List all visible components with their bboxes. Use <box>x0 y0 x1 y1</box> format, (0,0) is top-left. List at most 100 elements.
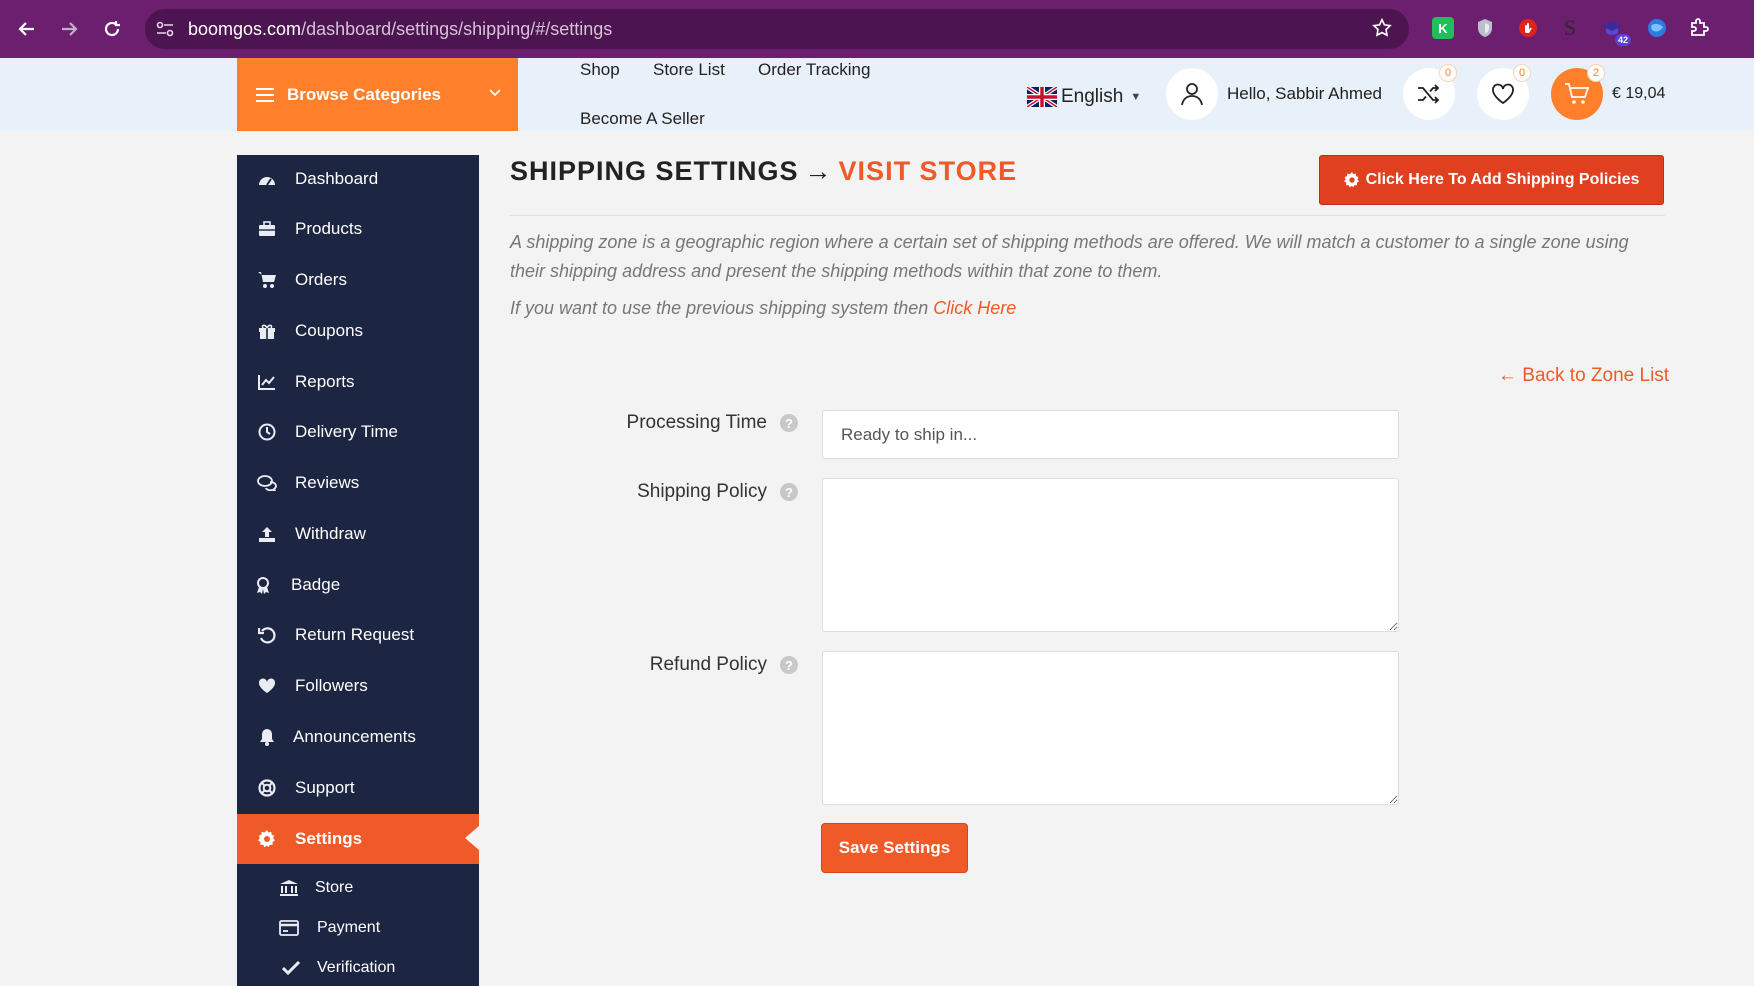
sidebar-item-label: Coupons <box>295 321 364 340</box>
address-bar[interactable]: boomgos.com/dashboard/settings/shipping/… <box>145 9 1409 49</box>
account-button[interactable] <box>1166 68 1218 120</box>
nav-link-store-list[interactable]: Store List <box>653 60 725 80</box>
credit-card-icon <box>279 919 299 937</box>
forward-arrow-icon[interactable] <box>54 14 84 44</box>
user-icon <box>1181 83 1203 106</box>
puzzle-extensions-icon[interactable] <box>1688 17 1710 39</box>
sidebar-item-return-request[interactable]: Return Request <box>237 611 479 659</box>
previous-system-text: If you want to use the previous shipping… <box>510 298 929 318</box>
upload-icon <box>257 524 277 544</box>
sidebar-subitem-verification[interactable]: Verification <box>237 950 479 986</box>
chart-icon <box>257 372 277 392</box>
sidebar-item-products[interactable]: Products <box>237 205 479 253</box>
browse-categories-label: Browse Categories <box>287 84 441 104</box>
sidebar-subitem-label: Store <box>315 879 354 896</box>
wishlist-count: 0 <box>1513 64 1531 82</box>
chevron-down-icon <box>489 89 501 97</box>
back-arrow-icon[interactable] <box>12 14 42 44</box>
compare-button[interactable]: 0 <box>1403 64 1457 120</box>
cap-extension-icon[interactable]: 42 <box>1601 17 1631 46</box>
back-to-zone-list-link[interactable]: ← Back to Zone List <box>1498 365 1669 387</box>
sidebar-item-withdraw[interactable]: Withdraw <box>237 510 479 558</box>
help-icon[interactable]: ? <box>780 483 798 501</box>
page-title-text: SHIPPING SETTINGS <box>510 156 799 186</box>
cart-button[interactable]: 2 <box>1551 64 1605 120</box>
heart-icon <box>257 676 277 696</box>
browser-toolbar: boomgos.com/dashboard/settings/shipping/… <box>0 0 1754 58</box>
add-shipping-policies-button[interactable]: Click Here To Add Shipping Policies <box>1319 155 1664 205</box>
nav-link-shop[interactable]: Shop <box>580 60 620 80</box>
nav-link-become-seller[interactable]: Become A Seller <box>580 109 705 129</box>
sidebar-item-label: Dashboard <box>295 169 379 188</box>
previous-system-link[interactable]: Click Here <box>933 298 1016 318</box>
browse-categories-button[interactable]: Browse Categories <box>237 58 518 131</box>
briefcase-icon <box>257 219 277 239</box>
hand-extension-icon[interactable] <box>1517 17 1539 39</box>
comments-icon <box>257 473 277 493</box>
cart-total[interactable]: € 19,04 <box>1612 85 1665 103</box>
uk-flag-icon <box>1027 87 1057 107</box>
previous-system-note: If you want to use the previous shipping… <box>510 298 1016 319</box>
refund-policy-label: Refund Policy <box>649 654 767 675</box>
add-shipping-policies-label: Click Here To Add Shipping Policies <box>1365 171 1640 188</box>
clock-icon <box>257 422 277 442</box>
sidebar-item-badge[interactable]: Badge <box>237 561 479 609</box>
save-settings-button[interactable]: Save Settings <box>821 823 968 873</box>
language-label: English <box>1061 86 1124 107</box>
check-icon <box>281 959 301 977</box>
compare-count: 0 <box>1439 64 1457 82</box>
sidebar-item-reports[interactable]: Reports <box>237 358 479 406</box>
bookmark-star-icon[interactable] <box>1371 17 1395 41</box>
site-info-icon[interactable] <box>155 19 175 39</box>
globe-extension-icon[interactable] <box>1646 17 1668 39</box>
shipping-policy-textarea[interactable] <box>822 478 1399 632</box>
language-selector[interactable]: English ▼ <box>1027 86 1141 108</box>
hamburger-icon <box>256 87 274 102</box>
shuffle-icon <box>1418 84 1440 104</box>
shipping-policy-label: Shipping Policy <box>637 481 767 502</box>
help-icon[interactable]: ? <box>780 414 798 432</box>
cart-icon <box>257 270 277 290</box>
sidebar-item-announcements[interactable]: Announcements <box>237 713 479 761</box>
sidebar-subitem-label: Payment <box>317 919 381 936</box>
reload-icon[interactable] <box>97 14 127 44</box>
sidebar-item-delivery-time[interactable]: Delivery Time <box>237 408 479 456</box>
shipping-zone-description: A shipping zone is a geographic region w… <box>510 232 1629 281</box>
bank-icon <box>279 879 299 897</box>
sidebar-item-label: Withdraw <box>295 524 366 543</box>
undo-icon <box>257 625 277 645</box>
sidebar-item-support[interactable]: Support <box>237 764 479 812</box>
processing-time-label: Processing Time <box>626 412 767 433</box>
refund-policy-textarea[interactable] <box>822 651 1399 805</box>
processing-time-input[interactable] <box>822 410 1399 459</box>
dashboard-sidebar: Dashboard Products Orders Coupons Report… <box>237 155 479 986</box>
gear-icon <box>1343 172 1359 188</box>
visit-store-link[interactable]: VISIT STORE <box>839 156 1018 186</box>
sidebar-subitem-payment[interactable]: Payment <box>237 910 479 946</box>
sidebar-item-orders[interactable]: Orders <box>237 256 479 304</box>
page-title: SHIPPING SETTINGS → VISIT STORE <box>510 156 1017 187</box>
s-extension-icon[interactable]: S <box>1559 15 1581 40</box>
sidebar-subitem-store[interactable]: Store <box>237 870 479 906</box>
title-arrow: → <box>804 156 833 186</box>
url-text: boomgos.com/dashboard/settings/shipping/… <box>188 19 613 39</box>
dashboard-icon <box>257 169 277 189</box>
sidebar-item-coupons[interactable]: Coupons <box>237 307 479 355</box>
sidebar-subitem-label: Verification <box>317 959 396 976</box>
sidebar-item-settings[interactable]: Settings <box>237 814 479 864</box>
help-icon[interactable]: ? <box>780 656 798 674</box>
cart-count: 2 <box>1587 64 1605 82</box>
sidebar-item-followers[interactable]: Followers <box>237 662 479 710</box>
user-greeting[interactable]: Hello, Sabbir Ahmed <box>1227 84 1382 104</box>
lifebuoy-icon <box>257 778 277 798</box>
award-icon <box>253 575 273 595</box>
k-extension-icon[interactable]: K <box>1432 17 1454 39</box>
heart-icon <box>1492 83 1514 105</box>
sidebar-item-reviews[interactable]: Reviews <box>237 459 479 507</box>
nav-link-order-tracking[interactable]: Order Tracking <box>758 60 870 80</box>
sidebar-item-dashboard[interactable]: Dashboard <box>237 155 479 203</box>
sidebar-item-label: Announcements <box>293 727 416 746</box>
shield-extension-icon[interactable] <box>1474 17 1496 39</box>
sidebar-item-label: Delivery Time <box>295 422 398 441</box>
wishlist-button[interactable]: 0 <box>1477 64 1531 120</box>
